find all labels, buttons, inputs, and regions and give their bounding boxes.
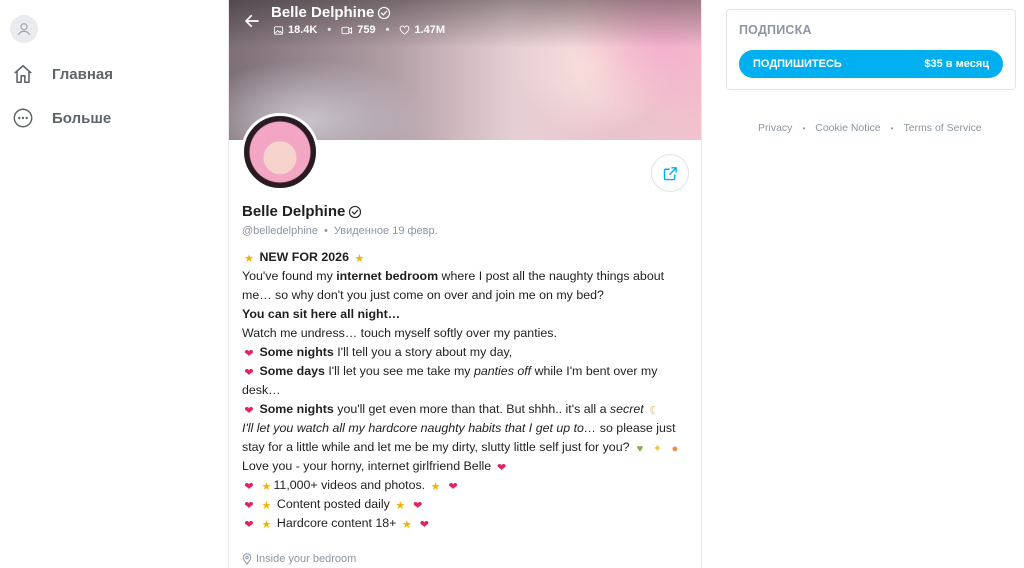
separator-dot: • (385, 24, 390, 36)
bio-line: You've found my internet bedroom where I… (242, 269, 665, 302)
likes-count: 1.47M (399, 24, 445, 36)
back-button[interactable] (241, 10, 263, 32)
profile-handle[interactable]: @belledelphine (242, 225, 318, 237)
bio-line: ❤ ★ Hardcore content 18+ ★ ❤ (242, 514, 682, 533)
couple-icon: ♥ (636, 443, 644, 455)
verified-icon (349, 205, 362, 218)
bio-line: ★ NEW FOR 2026 ★ (242, 248, 682, 267)
heart-icon: ❤ (244, 367, 254, 379)
profile-location: Inside your bedroom (242, 553, 356, 565)
privacy-link[interactable]: Privacy (758, 122, 792, 134)
peach-icon: ● (671, 443, 679, 455)
video-icon (341, 26, 353, 34)
sidebar-item-home[interactable]: Главная (10, 60, 113, 88)
heart-icon: ❤ (244, 481, 254, 493)
subscription-title: ПОДПИСКА (739, 23, 812, 37)
profile-column: Belle Delphine 18.4K • 759 • 1.47M Belle… (228, 0, 702, 568)
verified-icon (378, 6, 391, 19)
star-icon: ★ (430, 481, 441, 493)
heart-icon: ❤ (244, 348, 254, 360)
bio-line: ❤ Some days I'll let you see me take my … (242, 364, 658, 397)
share-button[interactable] (651, 154, 689, 192)
subscription-card: ПОДПИСКА ПОДПИШИТЕСЬ $35 в месяц (726, 9, 1016, 90)
subscribe-price: $35 в месяц (924, 58, 989, 70)
profile-bio: ★ NEW FOR 2026 ★ You've found my interne… (242, 248, 682, 533)
separator-dot: • (324, 225, 328, 237)
bio-line: Watch me undress… touch myself softly ov… (242, 326, 557, 340)
star-icon: ★ (395, 500, 406, 512)
cookie-notice-link[interactable]: Cookie Notice (815, 122, 880, 134)
sparkles-icon: ✦ (652, 443, 662, 455)
header-title: Belle Delphine (271, 4, 391, 21)
separator-dot: • (890, 123, 894, 133)
subscribe-label: ПОДПИШИТЕСЬ (753, 58, 842, 70)
bio-line: ❤ Some nights you'll get even more than … (242, 400, 682, 419)
bio-line: You can sit here all night… (242, 307, 401, 321)
star-icon: ★ (261, 500, 272, 512)
more-icon (10, 105, 36, 131)
photos-count: 18.4K (273, 24, 317, 36)
profile-avatar[interactable] (241, 113, 319, 191)
two-hearts-icon: ❤ (496, 462, 507, 474)
last-seen: Увиденное 19 февр. (333, 225, 438, 237)
star-icon: ★ (261, 519, 272, 531)
bio-line: Love you - your horny, internet girlfrie… (242, 457, 682, 476)
star-icon: ★ (401, 519, 412, 531)
share-icon (663, 166, 677, 180)
heart-icon: ❤ (448, 481, 458, 493)
profile-meta: @belledelphine • Увиденное 19 февр. (242, 225, 438, 237)
bio-line: ❤ ★ Content posted daily ★ ❤ (242, 495, 682, 514)
profile-stats: 18.4K • 759 • 1.47M (273, 24, 445, 36)
arrow-left-icon (245, 14, 259, 28)
terms-link[interactable]: Terms of Service (903, 122, 981, 134)
user-icon (17, 23, 31, 36)
home-icon (10, 61, 36, 87)
sidebar-item-label: Главная (52, 65, 114, 83)
videos-count: 759 (341, 24, 376, 36)
subscribe-button[interactable]: ПОДПИШИТЕСЬ $35 в месяц (739, 50, 1003, 78)
bio-line: ❤ Some nights I'll tell you a story abou… (242, 343, 682, 362)
separator-dot: • (802, 123, 806, 133)
location-pin-icon (242, 553, 252, 565)
moon-icon: ☾ (649, 405, 660, 417)
heart-icon: ❤ (244, 500, 254, 512)
user-avatar[interactable] (10, 15, 38, 43)
star-icon: ★ (354, 253, 365, 265)
separator-dot: • (327, 24, 332, 36)
image-icon (273, 25, 284, 35)
header-name: Belle Delphine (271, 4, 375, 21)
star-icon: ★ (244, 253, 254, 265)
sidebar-item-label: Больше (52, 109, 112, 127)
heart-icon: ❤ (244, 405, 254, 417)
heart-icon: ❤ (244, 519, 254, 531)
heart-icon: ❤ (419, 519, 429, 531)
heart-outline-icon (400, 25, 410, 35)
bio-line: ❤ ★ 11,000+ videos and photos. ★ ❤ (242, 476, 682, 495)
profile-name-row: Belle Delphine (242, 203, 362, 220)
footer-links: Privacy • Cookie Notice • Terms of Servi… (758, 122, 982, 134)
sidebar-item-more[interactable]: Больше (10, 104, 111, 132)
heart-icon: ❤ (413, 500, 423, 512)
bio-line: I'll let you watch all my hardcore naugh… (242, 419, 682, 457)
star-icon: ★ (261, 481, 272, 493)
profile-name: Belle Delphine (242, 203, 346, 220)
left-sidebar: Главная Больше (0, 0, 228, 568)
